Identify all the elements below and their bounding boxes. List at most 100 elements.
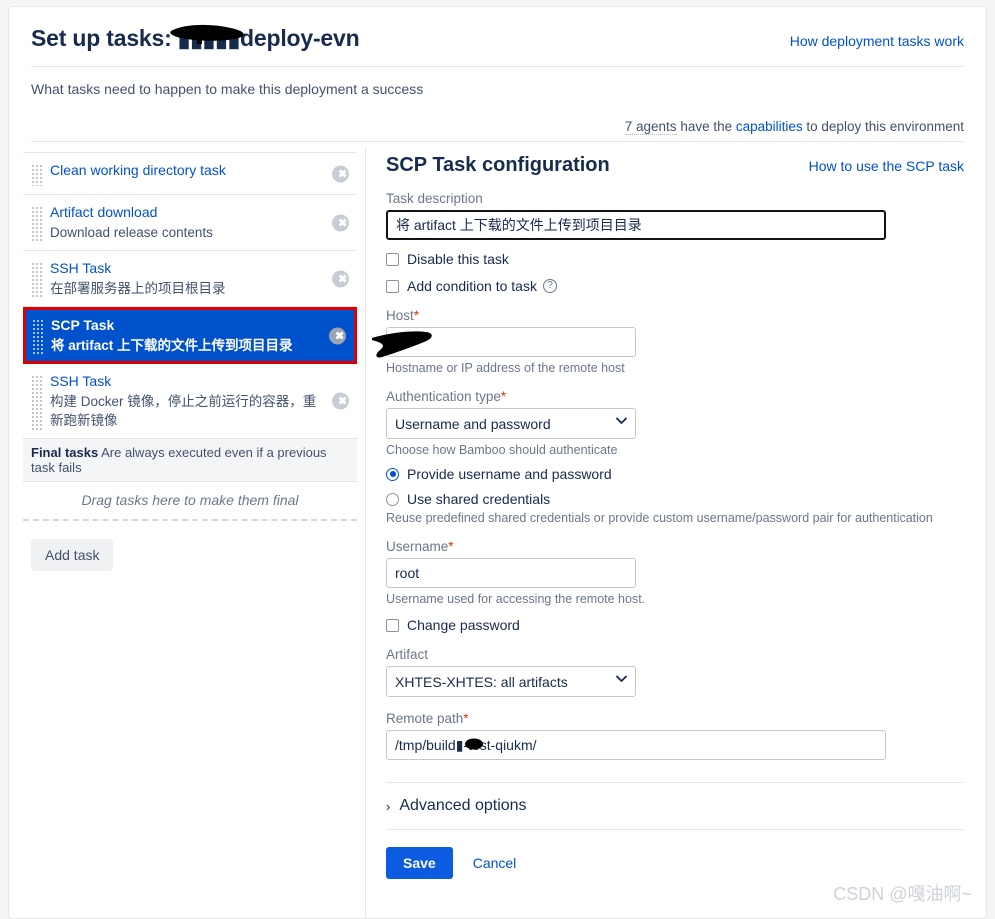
change-password-checkbox[interactable]: [386, 618, 399, 632]
task-name[interactable]: Artifact download: [50, 203, 321, 222]
add-condition-label: Add condition to task: [407, 278, 537, 294]
form-actions: Save Cancel: [386, 830, 964, 879]
advanced-options-toggle[interactable]: › Advanced options: [386, 783, 964, 829]
shared-credentials-radio[interactable]: [386, 492, 399, 506]
agents-mid-text: have the: [676, 119, 736, 134]
agents-tail-text: to deploy this environment: [802, 119, 964, 134]
final-tasks-label: Final tasks: [31, 445, 99, 460]
add-condition-row[interactable]: Add condition to task ?: [386, 278, 964, 294]
advanced-options-label: Advanced options: [399, 797, 527, 814]
auth-type-hint: Choose how Bamboo should authenticate: [386, 443, 618, 457]
task-row[interactable]: Clean working directory task ✖: [23, 153, 357, 195]
task-description: 将 artifact 上下载的文件上传到项目目录: [51, 338, 293, 353]
host-field-wrap: [372, 327, 636, 358]
page-title-text: Set up tasks: ▮▮▮▮▮deploy-evn: [31, 25, 360, 51]
username-label: Username*: [386, 539, 964, 554]
task-text: SSH Task 构建 Docker 镜像，停止之前运行的容器，重新跑新镜像: [50, 372, 321, 430]
page-subtitle: What tasks need to happen to make this d…: [31, 81, 424, 97]
delete-task-icon[interactable]: ✖: [329, 327, 346, 344]
auth-type-required-marker: *: [500, 389, 507, 404]
auth-type-select[interactable]: Username and password: [386, 408, 636, 439]
task-row[interactable]: Artifact download Download release conte…: [23, 195, 357, 251]
provide-credentials-label: Provide username and password: [407, 466, 612, 482]
task-text: Clean working directory task: [50, 161, 321, 180]
delete-task-icon[interactable]: ✖: [332, 392, 349, 410]
provide-credentials-row[interactable]: Provide username and password: [386, 466, 964, 482]
how-to-use-scp-task-link[interactable]: How to use the SCP task: [809, 158, 964, 174]
body-split: Clean working directory task ✖ Artifact …: [9, 142, 986, 918]
task-text: SCP Task 将 artifact 上下载的文件上传到项目目录: [51, 316, 320, 355]
task-name[interactable]: SSH Task: [50, 259, 321, 278]
provide-credentials-radio[interactable]: [386, 467, 399, 481]
disable-task-checkbox[interactable]: [386, 252, 399, 266]
add-task-button[interactable]: Add task: [31, 539, 114, 571]
drag-handle-icon[interactable]: [31, 206, 42, 242]
credentials-hint: Reuse predefined shared credentials or p…: [386, 511, 933, 525]
page-title: Set up tasks: ▮▮▮▮▮deploy-evn: [31, 24, 360, 52]
shared-credentials-row[interactable]: Use shared credentials: [386, 491, 964, 507]
auth-type-label-text: Authentication type: [386, 389, 501, 404]
chevron-right-icon: ›: [386, 798, 391, 814]
agents-capability-line: 7 agents have the capabilities to deploy…: [31, 97, 964, 135]
task-description-input[interactable]: [386, 210, 886, 240]
username-required-marker: *: [448, 539, 454, 554]
task-description: 在部署服务器上的项目根目录: [50, 281, 226, 296]
task-row[interactable]: SSH Task 构建 Docker 镜像，停止之前运行的容器，重新跑新镜像 ✖: [23, 364, 357, 439]
remote-path-label: Remote path*: [386, 711, 964, 726]
page-card: Set up tasks: ▮▮▮▮▮deploy-evn How deploy…: [8, 6, 987, 919]
host-hint: Hostname or IP address of the remote hos…: [386, 361, 625, 375]
watermark: CSDN @嘎油啊~: [833, 884, 972, 904]
cancel-button[interactable]: Cancel: [467, 854, 523, 872]
drag-handle-icon[interactable]: [31, 262, 42, 298]
username-label-text: Username: [386, 539, 449, 554]
scp-config-panel: SCP Task configuration How to use the SC…: [366, 142, 986, 918]
task-description: Download release contents: [50, 225, 213, 240]
drag-handle-icon[interactable]: [32, 319, 43, 355]
username-input[interactable]: [386, 558, 636, 588]
drag-handle-icon[interactable]: [31, 164, 42, 186]
remote-path-label-text: Remote path: [386, 711, 464, 726]
final-tasks-bar: Final tasks Are always executed even if …: [23, 439, 357, 482]
save-button[interactable]: Save: [386, 847, 453, 879]
auth-type-label: Authentication type*: [386, 389, 964, 404]
task-list-panel: Clean working directory task ✖ Artifact …: [9, 142, 357, 918]
host-input[interactable]: [386, 327, 636, 357]
artifact-select-wrap: XHTES-XHTES: all artifacts: [386, 666, 636, 697]
drag-handle-icon[interactable]: [31, 375, 42, 430]
delete-task-icon[interactable]: ✖: [332, 214, 349, 231]
task-row-selected-scp-task[interactable]: SCP Task 将 artifact 上下载的文件上传到项目目录 ✖: [23, 307, 357, 364]
delete-task-icon[interactable]: ✖: [332, 270, 349, 287]
final-tasks-dropzone[interactable]: Drag tasks here to make them final: [23, 482, 357, 521]
config-section-title: SCP Task configuration: [386, 154, 610, 176]
change-password-row[interactable]: Change password: [386, 617, 964, 633]
task-description-label: Task description: [386, 191, 483, 206]
capabilities-link[interactable]: capabilities: [736, 119, 803, 134]
task-name[interactable]: Clean working directory task: [50, 161, 321, 180]
task-name[interactable]: SSH Task: [50, 372, 321, 391]
delete-task-icon[interactable]: ✖: [332, 165, 349, 182]
remote-path-required-marker: *: [463, 711, 469, 726]
task-text: Artifact download Download release conte…: [50, 203, 321, 242]
how-deployment-tasks-work-link[interactable]: How deployment tasks work: [790, 33, 964, 49]
task-list: Clean working directory task ✖ Artifact …: [23, 152, 357, 439]
host-label: Host*: [386, 308, 964, 323]
agents-count: 7 agents: [624, 119, 677, 135]
artifact-label: Artifact: [386, 647, 429, 662]
remote-path-input[interactable]: [386, 730, 886, 760]
shared-credentials-label: Use shared credentials: [407, 491, 551, 507]
change-password-label: Change password: [407, 617, 520, 633]
remote-path-field-wrap: [386, 730, 886, 760]
page-header: Set up tasks: ▮▮▮▮▮deploy-evn How deploy…: [9, 7, 986, 142]
disable-task-row[interactable]: Disable this task: [386, 251, 964, 267]
task-name[interactable]: SCP Task: [51, 316, 320, 335]
auth-type-select-wrap: Username and password: [386, 408, 636, 439]
username-hint: Username used for accessing the remote h…: [386, 592, 646, 606]
task-description: 构建 Docker 镜像，停止之前运行的容器，重新跑新镜像: [50, 394, 317, 428]
help-question-icon[interactable]: ?: [542, 279, 557, 293]
host-required-marker: *: [413, 308, 420, 323]
add-condition-checkbox[interactable]: [386, 279, 399, 293]
task-text: SSH Task 在部署服务器上的项目根目录: [50, 259, 321, 298]
task-row[interactable]: SSH Task 在部署服务器上的项目根目录 ✖: [23, 251, 357, 307]
artifact-select[interactable]: XHTES-XHTES: all artifacts: [386, 666, 636, 697]
host-label-text: Host: [386, 308, 414, 323]
